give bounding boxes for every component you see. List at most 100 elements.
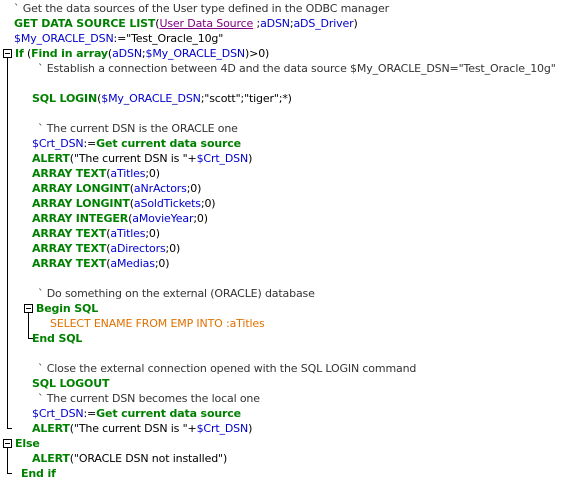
code-line[interactable]	[0, 346, 586, 361]
code-line[interactable]	[0, 106, 586, 121]
code-token-var: $Crt_DSN	[32, 137, 84, 150]
fold-minus-icon[interactable]	[3, 49, 12, 58]
fold-minus-icon[interactable]	[24, 304, 33, 313]
code-token-var: $My_ORACLE_DSN	[14, 32, 114, 45]
code-line[interactable]: Else	[0, 436, 586, 451]
code-line[interactable]: End if	[0, 466, 586, 481]
code-token-var: aMovieYear	[132, 212, 194, 225]
code-line[interactable]: SQL LOGOUT	[0, 376, 586, 391]
code-text: ` Establish a connection between 4D and …	[38, 61, 556, 76]
code-text: ALERT("The current DSN is "+$Crt_DSN)	[32, 151, 252, 166]
fold-guide-end	[7, 428, 12, 429]
code-line[interactable]	[0, 76, 586, 91]
code-token-kw: SQL LOGIN	[32, 92, 98, 105]
code-token-var: $Crt_DSN	[196, 422, 249, 435]
code-text: $Crt_DSN:=Get current data source	[32, 406, 241, 421]
code-token-plain: (	[23, 47, 32, 60]
code-line[interactable]: ` The current DSN is the ORACLE one	[0, 121, 586, 136]
code-token-kw: ARRAY TEXT	[32, 242, 107, 255]
code-line[interactable]: ARRAY TEXT(aTitles;0)	[0, 226, 586, 241]
code-token-var: $My_ORACLE_DSN	[145, 47, 245, 60]
code-line[interactable]: GET DATA SOURCE LIST(User Data Source ;a…	[0, 16, 586, 31]
code-token-kw: GET DATA SOURCE LIST	[14, 17, 156, 30]
code-text: ` The current DSN is the ORACLE one	[38, 121, 238, 136]
code-line[interactable]: $Crt_DSN:=Get current data source	[0, 136, 586, 151]
code-token-kw: ARRAY LONGINT	[32, 197, 130, 210]
code-token-plain: ;0)	[186, 182, 202, 195]
code-token-var: aDirectors	[110, 242, 166, 255]
fold-minus-icon[interactable]	[3, 439, 12, 448]
code-token-kw: ALERT	[32, 152, 70, 165]
code-line[interactable]: SELECT ENAME FROM EMP INTO :aTitles	[0, 316, 586, 331]
code-token-kw: ARRAY INTEGER	[32, 212, 129, 225]
code-line[interactable]: ALERT("The current DSN is "+$Crt_DSN)	[0, 421, 586, 436]
code-text: End SQL	[32, 331, 82, 346]
code-line[interactable]: ` Establish a connection between 4D and …	[0, 61, 586, 76]
code-line[interactable]: ` The current DSN becomes the local one	[0, 391, 586, 406]
code-token-var: aMedias	[110, 257, 155, 270]
code-line[interactable]: ARRAY INTEGER(aMovieYear;0)	[0, 211, 586, 226]
code-token-var: aDSN	[260, 17, 290, 30]
code-text: End if	[21, 466, 56, 481]
code-token-plain: )	[248, 422, 253, 435]
code-line[interactable]: ARRAY TEXT(aMedias;0)	[0, 256, 586, 271]
code-text: ARRAY TEXT(aMedias;0)	[32, 256, 170, 271]
code-text: ARRAY INTEGER(aMovieYear;0)	[32, 211, 208, 226]
code-text: ` Close the external connection opened w…	[38, 361, 416, 376]
code-token-var: aTitles	[110, 167, 146, 180]
code-line[interactable]: End SQL	[0, 331, 586, 346]
code-token-var: $Crt_DSN	[196, 152, 249, 165]
code-token-kw: Get current data source	[96, 137, 241, 150]
code-text: ARRAY TEXT(aDirectors;0)	[32, 241, 180, 256]
code-token-plain: ;0)	[193, 212, 208, 225]
code-line[interactable]: ALERT("The current DSN is "+$Crt_DSN)	[0, 151, 586, 166]
code-line[interactable]: ` Get the data sources of the User type …	[0, 1, 586, 16]
code-line[interactable]: ARRAY LONGINT(aSoldTickets;0)	[0, 196, 586, 211]
code-line[interactable]: Begin SQL	[0, 301, 586, 316]
code-token-cm: ` The current DSN becomes the local one	[38, 392, 260, 405]
fold-guide	[7, 448, 8, 473]
code-token-kw: SQL LOGOUT	[32, 377, 110, 390]
code-line[interactable]: SQL LOGIN($My_ORACLE_DSN;"scott";"tiger"…	[0, 91, 586, 106]
code-text: ` Do something on the external (ORACLE) …	[38, 286, 315, 301]
code-token-plain: ("ORACLE DSN not installed")	[69, 452, 228, 465]
code-token-plain: ("The current DSN is "+	[69, 152, 197, 165]
code-line[interactable]: If (Find in array(aDSN;$My_ORACLE_DSN)>0…	[0, 46, 586, 61]
fold-guide-end	[28, 338, 33, 339]
code-token-var: $My_ORACLE_DSN	[101, 92, 201, 105]
code-token-kw: Else	[15, 437, 40, 450]
code-text: GET DATA SOURCE LIST(User Data Source ;a…	[14, 16, 358, 31]
code-line[interactable]: ` Do something on the external (ORACLE) …	[0, 286, 586, 301]
code-line[interactable]: ALERT("ORACLE DSN not installed")	[0, 451, 586, 466]
code-text: Begin SQL	[36, 301, 98, 316]
code-token-plain: ;0)	[145, 227, 160, 240]
code-line[interactable]: ` Close the external connection opened w…	[0, 361, 586, 376]
code-text: ARRAY TEXT(aTitles;0)	[32, 166, 160, 181]
code-text: ` Get the data sources of the User type …	[14, 1, 389, 16]
code-line[interactable]: ARRAY TEXT(aDirectors;0)	[0, 241, 586, 256]
code-token-cm: ` The current DSN is the ORACLE one	[38, 122, 238, 135]
method-editor[interactable]: ` Get the data sources of the User type …	[0, 0, 586, 480]
code-token-cm: ` Establish a connection between 4D and …	[38, 62, 556, 75]
code-line[interactable]: ARRAY TEXT(aTitles;0)	[0, 166, 586, 181]
code-token-kw: Begin SQL	[36, 302, 99, 315]
code-token-kw: ALERT	[32, 422, 70, 435]
code-text: ARRAY LONGINT(aSoldTickets;0)	[32, 196, 216, 211]
code-text: SQL LOGIN($My_ORACLE_DSN;"scott";"tiger"…	[32, 91, 292, 106]
code-line[interactable]	[0, 271, 586, 286]
code-token-plain: )	[353, 17, 358, 30]
code-text: ARRAY TEXT(aTitles;0)	[32, 226, 160, 241]
code-line[interactable]: $My_ORACLE_DSN:="Test_Oracle_10g"	[0, 31, 586, 46]
code-token-plain: :="Test_Oracle_10g"	[113, 32, 224, 45]
code-token-kw: ARRAY TEXT	[32, 257, 107, 270]
code-token-plain: )>0)	[245, 47, 270, 60]
code-token-var: $Crt_DSN	[32, 407, 84, 420]
code-line[interactable]: ARRAY LONGINT(aNrActors;0)	[0, 181, 586, 196]
fold-guide	[28, 313, 29, 338]
code-token-sql: SELECT ENAME FROM EMP INTO :aTitles	[50, 317, 265, 330]
code-line[interactable]: $Crt_DSN:=Get current data source	[0, 406, 586, 421]
code-text: SELECT ENAME FROM EMP INTO :aTitles	[50, 316, 265, 331]
code-token-var: aDSN	[112, 47, 142, 60]
code-token-kw: ARRAY TEXT	[32, 227, 107, 240]
code-token-plain: ;0)	[165, 242, 181, 255]
